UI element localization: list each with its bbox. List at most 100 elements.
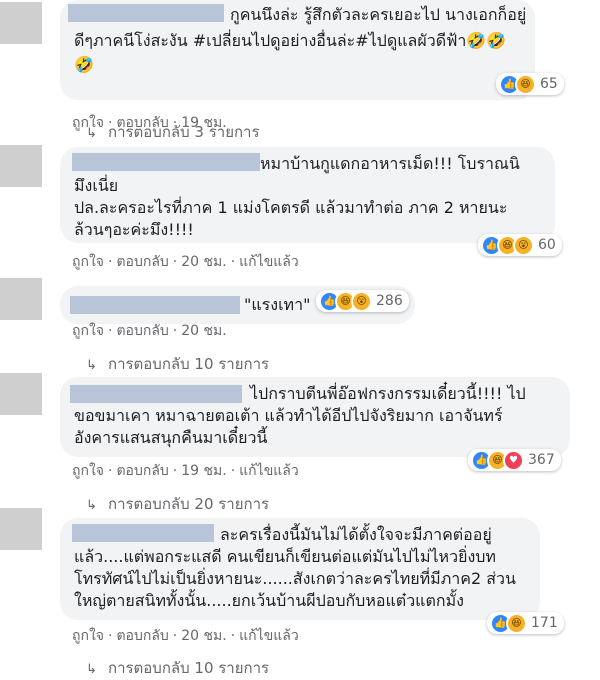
edited-label[interactable]: แก้ไขแล้ว [239, 254, 299, 270]
comment-line: หมาบ้านกูแดกอาหารเม็ด!!! โบราณนิ [260, 154, 520, 173]
redacted-author-name [72, 153, 260, 171]
comment-text: อังคารแสนสนุกคืนมาเดี๋ยวนี้ [74, 427, 267, 449]
comment-line: ไปกราบตีนพี่อ๊อฟกรงกรรมเดี๋ยวนี้!!!! ไป [250, 384, 526, 403]
timestamp[interactable]: 20 ชม. [181, 628, 226, 644]
avatar[interactable] [0, 508, 42, 550]
comment-text: 🤣 [74, 54, 94, 76]
comment-line: ล้วนๆอะค่ะมึง!!!! [74, 220, 194, 239]
reply-arrow-icon: ↳ [86, 498, 97, 513]
avatar[interactable] [0, 373, 42, 415]
separator-dot: · [108, 463, 113, 479]
comment-line: ใหญ่ตายสนิททั้งนั้น.....ยกเว้นบ้านผีปอบก… [74, 591, 464, 610]
reply-arrow-icon: ↳ [86, 126, 97, 141]
redacted-author-name [68, 4, 224, 22]
comment-text: กูคนนึงล่ะ รู้สึกตัวละครเยอะไป นางเอกก็อ… [230, 4, 526, 26]
comment-bubble: หมาบ้านกูแดกอาหารเม็ด!!! โบราณนิ มึงเนี่… [60, 147, 555, 243]
reaction-count: 367 [528, 452, 555, 468]
reaction-count: 65 [540, 76, 558, 92]
comment-actions: ถูกใจ · ตอบกลับ · 19 ชม. · แก้ไขแล้ว [72, 460, 299, 482]
reply-arrow-icon: ↳ [86, 662, 97, 677]
avatar[interactable] [0, 2, 42, 44]
reply-link[interactable]: ตอบกลับ [116, 323, 168, 339]
comment-text: โทรทัศน์ไปไม่เป็นยิ่งหายนะ......สังเกตว่… [74, 568, 516, 590]
view-replies-link[interactable]: ↳ การตอบกลับ 10 รายการ [86, 352, 269, 376]
comment-line: แล้ว....แต่พอกระแสดี คนเขียนก็เขียนต่อแต… [74, 547, 496, 566]
timestamp[interactable]: 20 ชม. [181, 254, 226, 270]
reaction-count: 60 [538, 237, 556, 253]
separator-dot: · [230, 463, 236, 479]
replies-label[interactable]: การตอบกลับ 20 รายการ [108, 495, 269, 513]
reaction-count: 171 [531, 615, 558, 631]
comment-actions: ถูกใจ · ตอบกลับ · 20 ชม. · แก้ไขแล้ว [72, 251, 299, 273]
separator-dot: · [172, 628, 178, 644]
redacted-author-name [70, 296, 240, 314]
separator-dot: · [172, 463, 178, 479]
replies-label[interactable]: การตอบกลับ 3 รายการ [108, 123, 260, 141]
comment-text: มึงเนี่ย [74, 175, 118, 197]
replies-label[interactable]: การตอบกลับ 10 รายการ [108, 659, 269, 677]
comment-line: ปล.ละครอะไรที่ภาค 1 แม่งโคตรดี แล้วมาทำต… [74, 198, 508, 217]
separator-dot: · [108, 628, 113, 644]
comment-actions: ถูกใจ · ตอบกลับ · 20 ชม. · แก้ไขแล้ว [72, 625, 299, 647]
separator-dot: · [108, 323, 113, 339]
edited-label[interactable]: แก้ไขแล้ว [239, 628, 299, 644]
reaction-summary[interactable]: 👍 😆 😮 286 [316, 290, 409, 312]
comment-text: "แรงเทา" [244, 294, 310, 316]
comment-text: ใหญ่ตายสนิททั้งนั้น.....ยกเว้นบ้านผีปอบก… [74, 590, 464, 612]
comment-line: ขอขมาเคา หมาฉายตอเต้า แล้วทำได้อีปไปจังร… [74, 406, 503, 425]
reaction-summary[interactable]: 👍 😆 😮 60 [478, 234, 562, 256]
timestamp[interactable]: 20 ชม. [181, 323, 226, 339]
view-replies-link[interactable]: ↳ การตอบกลับ 3 รายการ [86, 120, 260, 144]
comment-actions: ถูกใจ · ตอบกลับ · 20 ชม. [72, 320, 227, 342]
separator-dot: · [230, 628, 236, 644]
comment-line: "แรงเทา" [244, 295, 311, 314]
reaction-summary[interactable]: 👍 😆 ♥ 367 [468, 449, 561, 471]
reply-link[interactable]: ตอบกลับ [116, 463, 168, 479]
reaction-count: 286 [376, 293, 403, 309]
timestamp[interactable]: 19 ชม. [181, 463, 226, 479]
comment-line: 🤣 [74, 55, 94, 74]
separator-dot: · [172, 254, 178, 270]
comment-text: ขอขมาเคา หมาฉายตอเต้า แล้วทำได้อีปไปจังร… [74, 405, 503, 427]
view-replies-link[interactable]: ↳ การตอบกลับ 10 รายการ [86, 656, 269, 680]
comment-text: ดีๆภาคนีโง่สะงัน #เปลี่ยนไปดูอย่างอื่นล่… [74, 30, 506, 52]
like-link[interactable]: ถูกใจ [72, 254, 104, 270]
comment-line: โทรทัศน์ไปไม่เป็นยิ่งหายนะ......สังเกตว่… [74, 569, 516, 588]
separator-dot: · [108, 254, 113, 270]
comment-line: อังคารแสนสนุกคืนมาเดี๋ยวนี้ [74, 428, 268, 447]
like-link[interactable]: ถูกใจ [72, 628, 104, 644]
redacted-author-name [72, 524, 214, 542]
like-link[interactable]: ถูกใจ [72, 323, 104, 339]
reply-link[interactable]: ตอบกลับ [116, 254, 168, 270]
comment-text: ไปกราบตีนพี่อ๊อฟกรงกรรมเดี๋ยวนี้!!!! ไป [250, 383, 526, 405]
view-replies-link[interactable]: ↳ การตอบกลับ 20 รายการ [86, 492, 269, 516]
love-icon: ♥ [503, 449, 524, 471]
separator-dot: · [230, 254, 236, 270]
comment-bubble: ไปกราบตีนพี่อ๊อฟกรงกรรมเดี๋ยวนี้!!!! ไป … [60, 377, 570, 457]
comment-text: ละครเรื่องนี้มันไม่ได้ตั้งใจจะมีภาคต่ออย… [220, 524, 492, 546]
redacted-author-name [70, 385, 242, 403]
comment-line: ดีๆภาคนีโง่สะงัน #เปลี่ยนไปดูอย่างอื่นล่… [74, 31, 507, 50]
comment-text: ล้วนๆอะค่ะมึง!!!! [74, 219, 194, 241]
comment-text: ปล.ละครอะไรที่ภาค 1 แม่งโคตรดี แล้วมาทำต… [74, 197, 507, 219]
replies-label[interactable]: การตอบกลับ 10 รายการ [108, 355, 269, 373]
comment-text: หมาบ้านกูแดกอาหารเม็ด!!! โบราณนิ [260, 153, 520, 175]
avatar[interactable] [0, 145, 42, 187]
avatar[interactable] [0, 278, 42, 320]
reaction-summary[interactable]: 👍 😆 65 [496, 73, 564, 95]
comment-line: ละครเรื่องนี้มันไม่ได้ตั้งใจจะมีภาคต่ออย… [220, 525, 492, 544]
edited-label[interactable]: แก้ไขแล้ว [239, 463, 299, 479]
reply-link[interactable]: ตอบกลับ [116, 628, 168, 644]
haha-icon: 😆 [515, 73, 536, 95]
reply-arrow-icon: ↳ [86, 358, 97, 373]
like-link[interactable]: ถูกใจ [72, 463, 104, 479]
comment-bubble: กูคนนึงล่ะ รู้สึกตัวละครเยอะไป นางเอกก็อ… [60, 0, 535, 100]
comment-text: แล้ว....แต่พอกระแสดี คนเขียนก็เขียนต่อแต… [74, 546, 496, 568]
haha-icon: 😆 [506, 612, 527, 634]
comment-line: กูคนนึงล่ะ รู้สึกตัวละครเยอะไป นางเอกก็อ… [230, 5, 527, 24]
wow-icon: 😮 [351, 290, 372, 312]
comment-line: มึงเนี่ย [74, 176, 119, 195]
reaction-summary[interactable]: 👍 😆 171 [487, 612, 564, 634]
comment-bubble: ละครเรื่องนี้มันไม่ได้ตั้งใจจะมีภาคต่ออย… [60, 518, 540, 620]
separator-dot: · [172, 323, 178, 339]
